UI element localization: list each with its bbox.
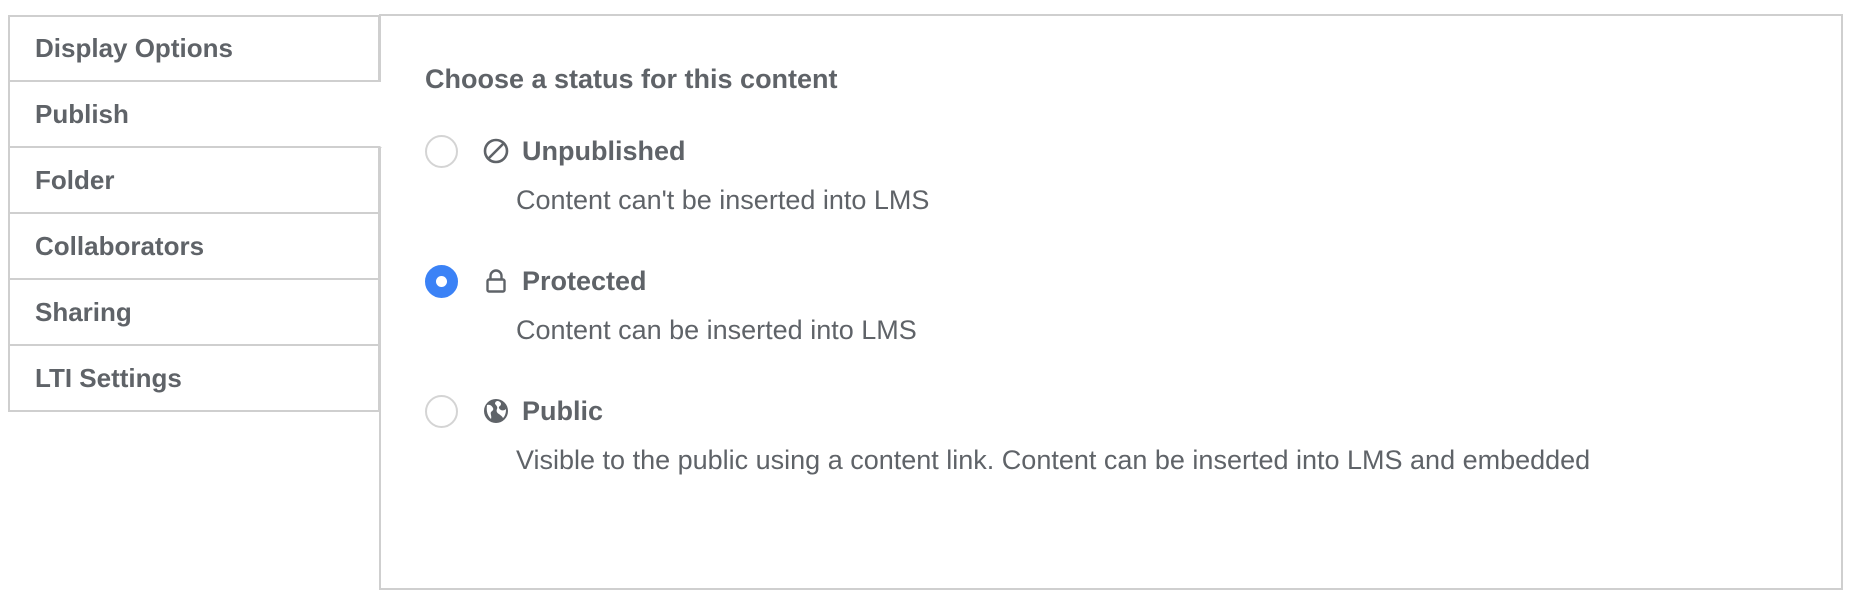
tab-collaborators[interactable]: Collaborators <box>8 214 380 280</box>
option-description: Visible to the public using a content li… <box>516 445 1591 475</box>
ban-icon <box>481 136 511 166</box>
tab-label: LTI Settings <box>35 362 182 393</box>
option-row: Unpublished <box>425 133 1805 169</box>
lock-icon <box>481 266 511 296</box>
tab-display-options[interactable]: Display Options <box>8 15 380 82</box>
protected-radio[interactable] <box>425 264 458 298</box>
status-option-protected: Protected Content can be inserted into L… <box>425 263 1805 346</box>
tab-label: Folder <box>35 164 115 195</box>
tab-label: Collaborators <box>35 230 205 261</box>
option-description: Content can be inserted into LMS <box>516 315 917 345</box>
option-label: Public <box>522 395 604 426</box>
publish-panel: Choose a status for this content Unpubli… <box>379 14 1843 590</box>
tab-label: Display Options <box>35 33 233 63</box>
settings-sidebar: Display Options Publish Folder Collabora… <box>8 15 382 412</box>
option-row: Public <box>425 393 1805 429</box>
status-option-unpublished: Unpublished Content can't be inserted in… <box>425 133 1805 216</box>
status-option-public: Public Visible to the public using a con… <box>425 393 1805 476</box>
tab-sharing[interactable]: Sharing <box>8 280 380 346</box>
public-radio[interactable] <box>425 394 458 428</box>
option-label: Unpublished <box>522 135 686 166</box>
tab-folder[interactable]: Folder <box>8 148 380 214</box>
option-label: Protected <box>522 265 647 296</box>
tab-label: Sharing <box>35 296 132 327</box>
option-row: Protected <box>425 263 1805 299</box>
option-description: Content can't be inserted into LMS <box>516 185 930 215</box>
globe-icon <box>481 396 511 426</box>
tab-label: Publish <box>35 98 129 129</box>
tab-lti-settings[interactable]: LTI Settings <box>8 346 380 412</box>
tab-publish[interactable]: Publish <box>8 82 382 148</box>
panel-heading: Choose a status for this content <box>425 64 838 94</box>
unpublished-radio[interactable] <box>425 134 458 168</box>
